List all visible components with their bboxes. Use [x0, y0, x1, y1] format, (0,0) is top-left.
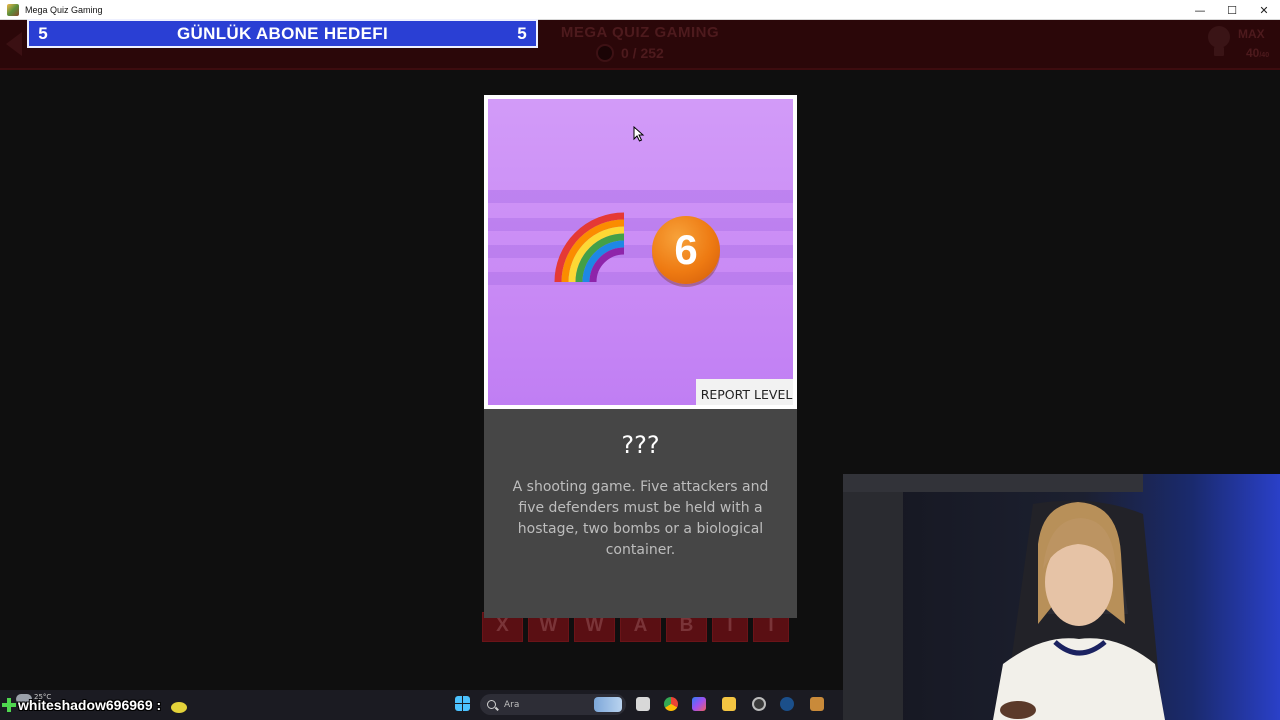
coin-icon	[596, 44, 614, 62]
windows-start-icon[interactable]	[455, 696, 470, 711]
emoji-puzzle: 6 REPORT LEVEL	[488, 99, 793, 405]
window-title: Mega Quiz Gaming	[25, 4, 103, 15]
rainbow-icon	[554, 212, 625, 283]
report-level-button[interactable]: REPORT LEVEL	[696, 379, 793, 405]
file-explorer-icon[interactable]	[722, 697, 736, 711]
level-progress: 0 / 252	[596, 44, 664, 62]
hints-count: 40/40	[1246, 46, 1270, 60]
window-titlebar: Mega Quiz Gaming — ☐ ✕	[0, 0, 1280, 20]
level-card: 6 REPORT LEVEL	[484, 95, 797, 409]
back-arrow-icon[interactable]	[6, 32, 22, 56]
progress-text: 0 / 252	[621, 45, 664, 61]
search-highlight-icon	[594, 697, 622, 712]
six-text: 6	[674, 226, 698, 273]
minimize-button[interactable]: —	[1184, 0, 1216, 20]
steam-icon[interactable]	[780, 697, 794, 711]
six-icon: 6	[652, 216, 720, 284]
search-placeholder: Ara	[504, 699, 520, 710]
game-title: MEGA QUIZ GAMING	[560, 24, 720, 41]
close-button[interactable]: ✕	[1248, 0, 1280, 20]
obs-icon[interactable]	[752, 697, 766, 711]
search-icon	[487, 700, 496, 709]
subscriber-goal-bar: 5 GÜNLÜK ABONE HEDEFI 5	[27, 19, 538, 48]
cursor-icon	[633, 126, 645, 142]
window-controls: — ☐ ✕	[1184, 0, 1280, 20]
plus-icon	[2, 697, 16, 712]
hints-max-label: MAX	[1238, 27, 1265, 41]
lightbulb-icon[interactable]	[1206, 26, 1232, 60]
goal-label: GÜNLÜK ABONE HEDEFI	[177, 23, 388, 43]
answer-description: A shooting game. Five attackers and five…	[512, 479, 769, 558]
copilot-icon[interactable]	[692, 697, 706, 711]
chat-emote-icon	[171, 702, 188, 713]
goal-current: 5	[38, 23, 48, 43]
webcam-feed	[843, 474, 1280, 720]
screen: Mega Quiz Gaming — ☐ ✕ MEGA QUIZ GAMING …	[0, 0, 1280, 720]
app-icon	[7, 3, 19, 16]
answer-text: ???	[621, 431, 660, 459]
chrome-icon[interactable]	[664, 697, 678, 711]
chat-username: whiteshadow696969 :	[18, 696, 162, 713]
stream-chat-message: whiteshadow696969 :	[2, 696, 188, 713]
task-view-icon[interactable]	[636, 697, 650, 711]
answer-panel: ??? A shooting game. Five attackers and …	[484, 409, 797, 618]
maximize-button[interactable]: ☐	[1216, 0, 1248, 20]
game-app-icon[interactable]	[810, 697, 824, 711]
taskbar-search[interactable]: Ara	[480, 694, 626, 715]
goal-target: 5	[517, 23, 527, 43]
